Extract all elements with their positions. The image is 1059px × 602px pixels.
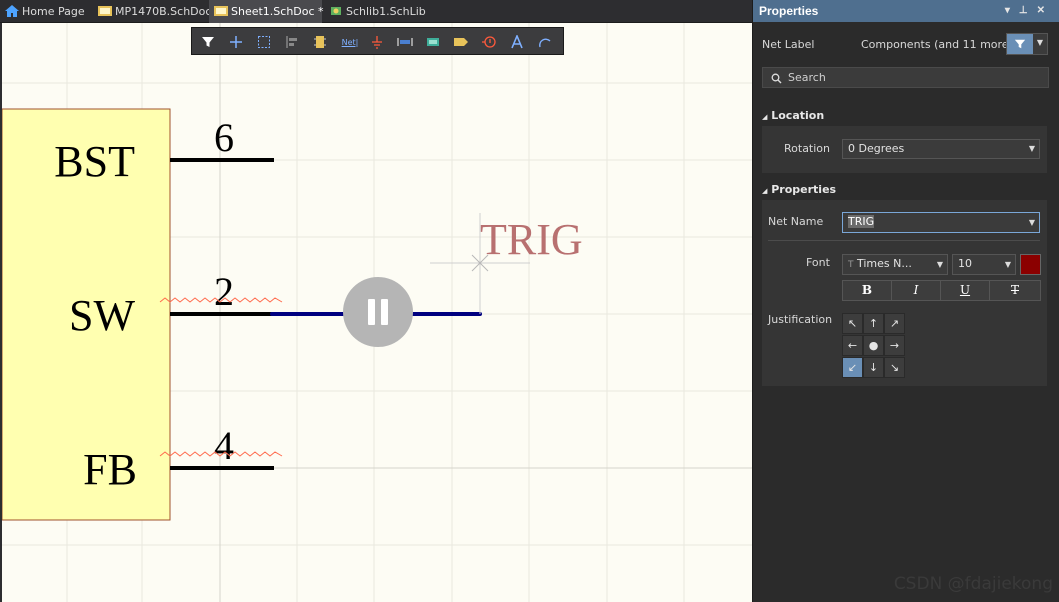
port-icon[interactable] (395, 32, 415, 52)
pin-name-sw: SW (69, 291, 135, 340)
net-label-icon-text: Net| (341, 37, 359, 47)
text-icon[interactable] (507, 32, 527, 52)
watermark: CSDN @fdajiekong (893, 574, 1053, 594)
align-icon[interactable] (282, 32, 302, 52)
tab-home-page[interactable]: Home Page (0, 0, 93, 23)
document-tab-bar: Home Page MP1470B.SchDoc Sheet1.SchDoc *… (0, 0, 752, 23)
net-name-label: Net Name (768, 215, 824, 228)
chevron-down-icon: ▼ (936, 260, 943, 269)
part-icon[interactable] (310, 32, 330, 52)
pin-name-bst: BST (54, 137, 135, 186)
search-placeholder: Search (788, 71, 826, 84)
ground-icon[interactable] (367, 32, 387, 52)
filter-icon[interactable] (198, 32, 218, 52)
panel-title: Properties (759, 4, 819, 18)
font-size-dropdown[interactable]: 10 ▼ (952, 254, 1016, 275)
panel-header: Properties ▾⊥✕ (753, 0, 1059, 22)
filter-scope-label[interactable]: Components (and 11 more) (861, 38, 1013, 51)
search-input[interactable]: Search (762, 67, 1049, 88)
section-location[interactable]: ◢ Location (762, 109, 824, 122)
font-family-dropdown[interactable]: T Times N... ▼ (842, 254, 948, 275)
directive-icon[interactable] (479, 32, 499, 52)
schdoc-icon (214, 6, 228, 16)
filter-icon (1007, 34, 1033, 54)
sheet-entry-icon[interactable] (451, 32, 471, 52)
underline-button[interactable]: U (940, 280, 990, 301)
justification-grid: ↖ ↑ ↗ ← ● → ↙ ↓ ↘ (842, 313, 905, 379)
pin-name-fb: FB (83, 445, 137, 494)
justify-top-left-button[interactable]: ↖ (842, 313, 863, 334)
select-rect-icon[interactable] (254, 32, 274, 52)
justify-bottom-right-button[interactable]: ↘ (884, 357, 905, 378)
schematic-canvas[interactable]: BST SW FB 6 2 4 TRIG Net| (0, 23, 752, 602)
arc-icon[interactable] (535, 32, 555, 52)
font-size-value: 10 (958, 257, 972, 270)
schlib-icon (331, 7, 341, 15)
tab-sheet1-schdoc[interactable]: Sheet1.SchDoc * (209, 0, 324, 23)
justify-top-right-button[interactable]: ↗ (884, 313, 905, 334)
justify-center-button[interactable]: ● (863, 335, 884, 356)
chevron-down-icon: ▼ (1004, 260, 1011, 269)
tab-label: Schlib1.SchLib (346, 5, 426, 18)
panel-menu-icon[interactable]: ▾ (1005, 5, 1019, 16)
justify-middle-right-button[interactable]: → (884, 335, 905, 356)
harness-icon[interactable] (423, 32, 443, 52)
net-name-field[interactable]: TRIG ▼ (842, 212, 1040, 233)
rotation-value: 0 Degrees (848, 142, 905, 155)
search-icon (771, 73, 782, 84)
tab-label: Sheet1.SchDoc * (231, 5, 324, 18)
chevron-down-icon: ▼ (1036, 38, 1043, 47)
add-icon[interactable] (226, 32, 246, 52)
justify-bottom-left-button[interactable]: ↙ (842, 357, 863, 378)
rotation-dropdown[interactable]: 0 Degrees ▼ (842, 139, 1040, 159)
net-label-icon[interactable]: Net| (338, 32, 362, 52)
pause-bar (381, 299, 388, 325)
divider (768, 240, 1040, 241)
pin-number-4: 4 (214, 423, 234, 468)
schdoc-icon (98, 6, 112, 16)
pause-button[interactable] (343, 277, 413, 347)
close-icon[interactable]: ✕ (1037, 5, 1054, 16)
italic-button[interactable]: I (891, 280, 941, 301)
bold-button[interactable]: B (842, 280, 892, 301)
pin-icon[interactable]: ⊥ (1019, 5, 1037, 16)
section-location-label: Location (771, 109, 825, 122)
tab-mp1470b-schdoc[interactable]: MP1470B.SchDoc (93, 0, 212, 23)
font-name-value: Times N... (857, 257, 912, 270)
justify-middle-left-button[interactable]: ← (842, 335, 863, 356)
tab-label: Home Page (22, 5, 85, 18)
filter-dropdown[interactable]: ▼ (1006, 33, 1048, 55)
font-label: Font (806, 256, 830, 269)
section-properties[interactable]: ◢ Properties (762, 183, 836, 196)
net-name-value: TRIG (848, 215, 875, 228)
object-type-label: Net Label (762, 38, 815, 51)
justify-bottom-center-button[interactable]: ↓ (863, 357, 884, 378)
pause-bar (368, 299, 375, 325)
pin-number-6: 6 (214, 115, 234, 160)
section-properties-label: Properties (771, 183, 837, 196)
tab-label: MP1470B.SchDoc (115, 5, 212, 18)
properties-panel: Properties ▾⊥✕ Net Label Components (and… (752, 0, 1059, 602)
justify-top-center-button[interactable]: ↑ (863, 313, 884, 334)
rotation-label: Rotation (784, 142, 831, 155)
tab-schlib1-schlib[interactable]: Schlib1.SchLib (324, 0, 434, 23)
net-label-trig[interactable]: TRIG (480, 215, 583, 264)
home-icon (5, 5, 19, 17)
strikethrough-button[interactable]: T (989, 280, 1041, 301)
justification-label: Justification (768, 313, 833, 326)
pin-number-2: 2 (214, 269, 234, 314)
font-type-icon: T (848, 260, 854, 270)
chevron-down-icon: ▼ (1028, 218, 1035, 227)
active-bar-toolbar: Net| (191, 27, 564, 55)
font-color-swatch[interactable] (1020, 254, 1041, 275)
chevron-down-icon: ▼ (1028, 144, 1035, 153)
